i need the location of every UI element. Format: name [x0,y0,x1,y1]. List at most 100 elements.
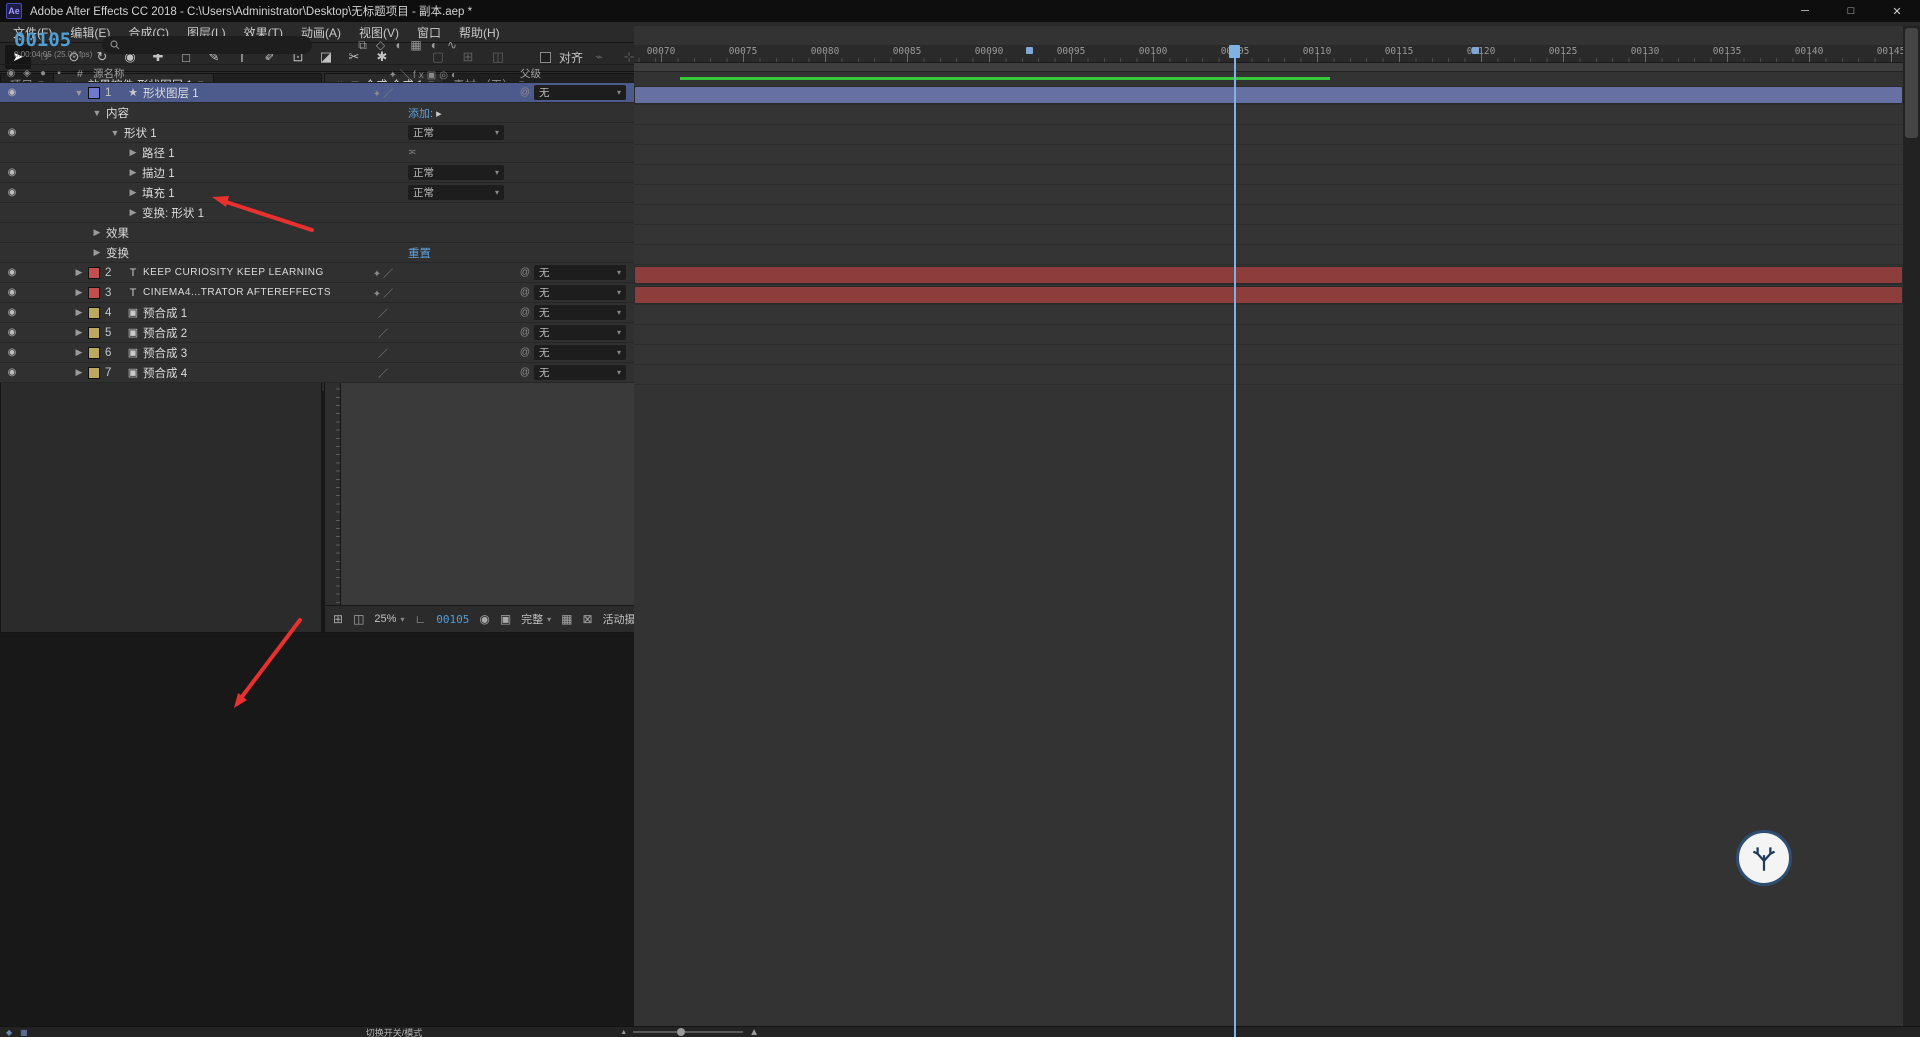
eye-icon[interactable]: ◉ [4,87,20,98]
eye-icon[interactable]: ◉ [4,127,20,138]
composition-marker[interactable] [1026,47,1033,54]
label-color[interactable] [88,367,100,379]
parent-select[interactable]: 无▾ [534,305,626,320]
parent-pickwhip-icon[interactable]: @ [516,307,534,318]
twirl-icon[interactable]: ▼ [70,88,88,98]
twirl-icon[interactable]: ▼ [88,108,106,118]
twirl-icon[interactable]: ▶ [70,307,88,318]
property-name[interactable]: 路径 1 [142,145,408,161]
layer-switches[interactable]: ／ [360,325,408,340]
current-time-display[interactable]: 00105 [14,31,92,50]
layer-switches[interactable]: ／ [360,365,408,380]
property-name[interactable]: 填充 1 [142,185,408,201]
parent-select[interactable]: 无▾ [534,365,626,380]
layer-name[interactable]: 预合成 3 [143,345,360,361]
eye-icon[interactable]: ◉ [4,307,20,318]
layer-row-precomp-2[interactable]: ◉ ▶ 5 ▣ 预合成 2 ／ @ 无▾ [0,323,634,343]
label-color[interactable] [88,267,100,279]
timeline-vertical-scrollbar[interactable] [1903,26,1920,1037]
property-name[interactable]: 效果 [106,225,408,241]
property-row-contents[interactable]: ▼ 内容 添加: ▸ [0,103,634,123]
layer-bar-text-2[interactable] [634,286,1903,304]
motion-blur-icon[interactable]: ◐ [431,38,438,53]
twirl-icon[interactable]: ▶ [70,267,88,278]
parent-select[interactable]: 无▾ [534,345,626,360]
parent-select[interactable]: 无▾ [534,285,626,300]
twirl-icon[interactable]: ▶ [124,207,142,218]
eye-icon[interactable]: ◉ [4,347,20,358]
source-name-column-header[interactable]: 源名称 [93,66,243,81]
twirl-icon[interactable]: ▶ [88,227,106,238]
parent-pickwhip-icon[interactable]: @ [516,267,534,278]
property-name[interactable]: 描边 1 [142,165,408,181]
property-row-stroke-1[interactable]: ◉ ▶ 描边 1 正常▾ [0,163,634,183]
twirl-icon[interactable]: ▶ [70,287,88,298]
blend-mode-select[interactable]: 正常▾ [408,165,504,180]
zoom-out-mountain-icon[interactable]: ▲ [620,1029,627,1036]
twirl-icon[interactable]: ▶ [88,247,106,258]
property-name[interactable]: 内容 [106,105,408,121]
timeline-track-area[interactable]: 00070 00075 00080 00085 00090 00095 0010… [634,26,1903,1037]
label-color[interactable] [88,307,100,319]
frame-blend-icon[interactable]: ▦ [410,38,421,53]
blend-mode-select[interactable]: 正常▾ [408,125,504,140]
parent-select[interactable]: 无▾ [534,325,626,340]
layer-switches[interactable]: ✦／ [360,285,408,300]
twirl-icon[interactable]: ▶ [70,347,88,358]
layer-name[interactable]: CINEMA4...TRATOR AFTEREFFECTS [143,287,360,298]
twirl-icon[interactable]: ▶ [124,147,142,158]
draft-3d-icon[interactable]: ◇ [376,38,385,53]
layer-name[interactable]: 形状图层 1 [143,85,360,101]
eye-icon[interactable]: ◉ [4,327,20,338]
property-name[interactable]: 形状 1 [124,125,408,141]
layer-row-text-keep-curiosity[interactable]: ◉ ▶ 2 T KEEP CURIOSITY KEEP LEARNING ✦／ … [0,263,634,283]
layer-switches[interactable]: ／ [360,305,408,320]
transform-reset-link[interactable]: 重置 [408,245,431,261]
property-row-path-1[interactable]: ▶ 路径 1 ≍ [0,143,634,163]
layer-switches[interactable]: ✦／ [360,85,408,100]
parent-pickwhip-icon[interactable]: @ [516,287,534,298]
property-row-shape-1[interactable]: ◉ ▼ 形状 1 正常▾ [0,123,634,143]
mini-flowchart-icon[interactable]: ⧉ [358,38,367,53]
layer-row-text-cinema4d[interactable]: ◉ ▶ 3 T CINEMA4...TRATOR AFTEREFFECTS ✦／… [0,283,634,303]
property-row-transform-shape-1[interactable]: ▶ 变换: 形状 1 [0,203,634,223]
layer-row-precomp-4[interactable]: ◉ ▶ 7 ▣ 预合成 4 ／ @ 无▾ [0,363,634,383]
parent-pickwhip-icon[interactable]: @ [516,327,534,338]
status-icon-1[interactable]: ◆ [6,1028,12,1037]
eye-icon[interactable]: ◉ [4,367,20,378]
timeline-search-input[interactable] [126,39,304,51]
graph-editor-icon[interactable]: ∿ [447,38,457,53]
work-area-bar[interactable] [634,63,1903,72]
layer-row-precomp-3[interactable]: ◉ ▶ 6 ▣ 预合成 3 ／ @ 无▾ [0,343,634,363]
property-row-fill-1[interactable]: ◉ ▶ 填充 1 正常▾ [0,183,634,203]
minimize-button[interactable]: ─ [1782,0,1828,22]
eye-icon[interactable]: ◉ [4,187,20,198]
property-row-transform[interactable]: ▶ 变换 重置 [0,243,634,263]
toggle-switches-modes-button[interactable]: 切换开关/模式 [366,1026,423,1037]
blend-mode-select[interactable]: 正常▾ [408,185,504,200]
twirl-icon[interactable]: ▶ [70,367,88,378]
layer-switches[interactable]: ✦／ [360,265,408,280]
property-row-effects[interactable]: ▶ 效果 [0,223,634,243]
parent-select[interactable]: 无▾ [534,85,626,100]
layer-name[interactable]: KEEP CURIOSITY KEEP LEARNING [143,267,360,278]
maximize-button[interactable]: □ [1828,0,1874,22]
eye-icon[interactable]: ◉ [4,167,20,178]
composition-marker[interactable] [1472,47,1479,54]
parent-pickwhip-icon[interactable]: @ [516,367,534,378]
twirl-icon[interactable]: ▼ [106,128,124,138]
label-color[interactable] [88,287,100,299]
layer-name[interactable]: 预合成 4 [143,365,360,381]
property-name[interactable]: 变换 [106,245,408,261]
zoom-in-mountain-icon[interactable]: ▲ [749,1027,759,1037]
timeline-zoom-control[interactable]: ▲ ▲ [620,1027,759,1037]
label-color[interactable] [88,347,100,359]
playhead-handle[interactable] [1229,45,1240,58]
time-ruler[interactable]: 00070 00075 00080 00085 00090 00095 0010… [634,45,1903,63]
add-shape-label[interactable]: 添加: [408,108,433,120]
label-color[interactable] [88,327,100,339]
layer-bar-shape-layer-1[interactable] [634,86,1903,104]
zoom-slider-track[interactable] [633,1031,743,1033]
layer-bar-text-1[interactable] [634,266,1903,284]
parent-pickwhip-icon[interactable]: @ [516,347,534,358]
